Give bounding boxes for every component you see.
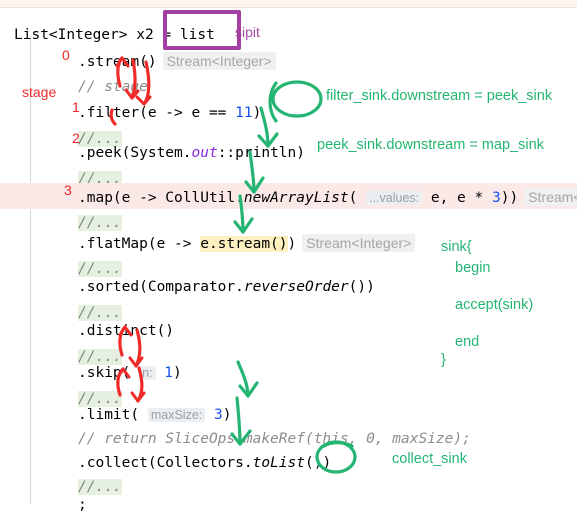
code-token: e.stream() [200, 236, 288, 252]
code-line[interactable]: .skip( n: 1) [78, 360, 182, 386]
annotation-stage-label: stage [22, 84, 57, 100]
annotation-sink-close: } [441, 352, 446, 368]
annotation-filter-sink-note: filter_sink.downstream = peek_sink [326, 88, 553, 104]
parameter-name-hint: maxSize: [147, 408, 206, 422]
code-token: newArrayList [243, 190, 349, 206]
annotation-num-1: 1 [72, 99, 80, 115]
code-token: .filter(e -> e == [78, 105, 236, 121]
code-token: )) [500, 190, 519, 206]
parameter-name-hint: ...values: [366, 191, 423, 205]
code-token: ::println) [217, 145, 306, 161]
code-token-number: 3 [213, 407, 223, 423]
annotation-num-2: 2 [72, 130, 80, 146]
code-token: ) [222, 407, 232, 423]
annotation-num-0: 0 [62, 47, 70, 63]
code-line[interactable]: .collect(Collectors.toList()) [78, 450, 331, 476]
code-token: out [191, 145, 218, 161]
code-token: List<Integer> x2 = [14, 27, 180, 43]
code-token: .collect(Collectors. [78, 455, 253, 471]
annotation-peek-sink-note: peek_sink.downstream = map_sink [317, 137, 544, 153]
code-token: .distinct() [78, 323, 175, 339]
code-token-number: 1 [164, 365, 174, 381]
code-line[interactable]: .filter(e -> e == 11) [78, 100, 261, 126]
code-line[interactable]: .limit( maxSize: 3) [78, 402, 231, 428]
inline-type-hint: Stream<Integer> [302, 234, 416, 252]
code-line[interactable]: .map(e -> CollUtil.newArrayList( ...valu… [78, 184, 577, 210]
code-line[interactable]: .peek(System.out::println) [78, 140, 305, 166]
code-token: e, e * [422, 190, 492, 206]
code-token: // stage [78, 79, 148, 95]
code-token: .flatMap(e -> [78, 236, 201, 252]
annotation-num-3: 3 [64, 182, 72, 198]
code-token: ()) [348, 279, 375, 295]
code-token: .sorted(Comparator. [78, 279, 244, 295]
code-token: ; [78, 497, 87, 513]
screenshot-root: List<Integer> x2 = list .stream() Stream<I… [0, 0, 577, 513]
code-token: //... [78, 215, 122, 231]
annotation-sink-begin: begin [455, 260, 491, 276]
code-token: .limit( [78, 407, 148, 423]
annotation-sink-accept: accept(sink) [455, 297, 534, 313]
code-token: .map(e -> CollUtil. [78, 190, 244, 206]
code-token: reverseOrder [243, 279, 349, 295]
code-token: .stream() [78, 54, 157, 70]
code-line[interactable]: ; [78, 492, 87, 518]
inline-type-hint: Stream<Integer> [162, 52, 276, 70]
code-token: ) [173, 365, 182, 381]
code-token: 11 [235, 105, 253, 121]
code-line[interactable]: .flatMap(e -> e.stream()) Stream<Integer> [78, 230, 416, 256]
code-line[interactable]: .distinct() [78, 318, 174, 344]
annotation-sink-open: sink{ [441, 239, 472, 255]
code-token: toList [252, 455, 305, 471]
annotation-sink-end: end [455, 334, 480, 350]
code-token-number: 3 [491, 190, 501, 206]
code-token: ()) [305, 455, 332, 471]
code-line[interactable]: // stage [78, 74, 148, 100]
code-line[interactable]: .stream() Stream<Integer> [78, 48, 276, 74]
code-token: .skip( [78, 365, 140, 381]
code-token: .peek(System. [78, 145, 192, 161]
code-editor-area[interactable]: List<Integer> x2 = list .stream() Stream<I… [0, 8, 577, 513]
parameter-name-hint: n: [139, 366, 156, 380]
annotation-list-highlight-box [163, 10, 241, 50]
editor-top-strip [0, 0, 577, 8]
code-line[interactable]: // return SliceOps.makeRef(this, 0, maxS… [78, 426, 471, 452]
code-token: ) [252, 105, 262, 121]
inline-type-hint: Stream<Arr [524, 188, 577, 206]
code-token: ) [287, 236, 297, 252]
code-token: ( [348, 190, 367, 206]
annotation-collect-sink-note: collect_sink [392, 451, 467, 467]
code-token: // return SliceOps.makeRef(this, 0, maxS… [78, 431, 471, 447]
code-line[interactable]: .sorted(Comparator.reverseOrder()) [78, 274, 375, 300]
